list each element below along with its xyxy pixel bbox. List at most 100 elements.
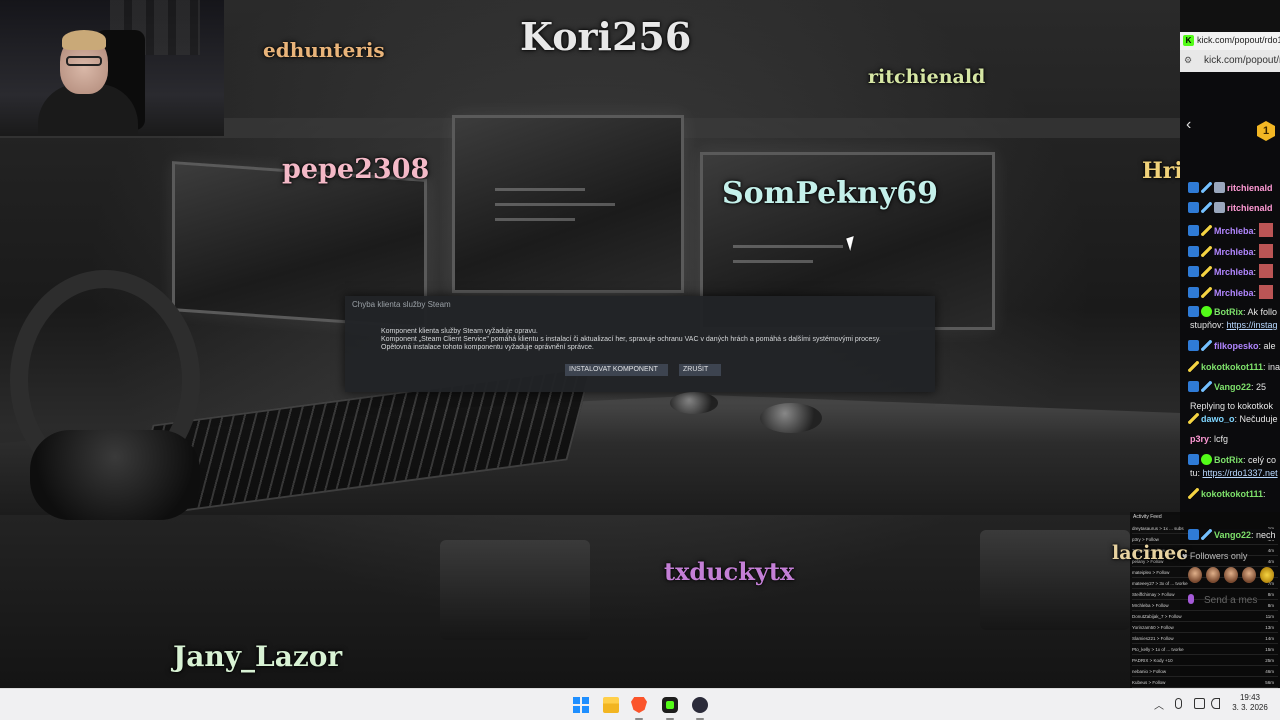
chat-username[interactable]: dawo_o xyxy=(1201,414,1235,424)
chat-message-continued: stupňov: https://instag xyxy=(1190,320,1278,330)
follower-name: SomPekny69 xyxy=(722,176,939,211)
activity-time: 13m xyxy=(1265,625,1274,630)
activity-time: 46m xyxy=(1265,669,1274,674)
chat-username[interactable]: ritchienald xyxy=(1227,183,1273,193)
activity-text: Yorinzam50 > Follow xyxy=(1132,625,1174,630)
emote-icon[interactable] xyxy=(1206,567,1220,583)
chat-message: dawo_o: Nečuduje xyxy=(1188,413,1278,424)
chat-username[interactable]: Mrchleba xyxy=(1214,288,1254,298)
sword-badge-icon xyxy=(1201,266,1212,277)
display-tray-icon[interactable] xyxy=(1194,698,1205,709)
chat-username[interactable]: kokotkokot111 xyxy=(1201,489,1263,499)
dialog-line-3: Opětovná instalace tohoto komponentu vyž… xyxy=(381,344,594,351)
chat-text: stupňov: xyxy=(1190,320,1227,330)
slash-badge-icon xyxy=(1201,381,1212,392)
chat-text: : xyxy=(1253,267,1257,277)
chat-url-bar[interactable]: ⚙ kick.com/popout/r xyxy=(1180,50,1280,72)
clock-date: 3. 3. 2026 xyxy=(1232,703,1268,712)
windows-taskbar xyxy=(0,688,1280,720)
webcam-overlay xyxy=(0,0,224,136)
windows-start-icon[interactable] xyxy=(573,697,589,713)
wallpaper-mouse-2 xyxy=(670,392,718,414)
follower-name: Kori256 xyxy=(520,14,692,59)
reply-indicator: Replying to kokotkok xyxy=(1190,401,1274,411)
back-arrow-icon[interactable]: ‹ xyxy=(1186,116,1191,134)
chat-message: Mrchleba: xyxy=(1188,285,1273,299)
wallpaper-monitor-center xyxy=(452,115,684,293)
emote-icon[interactable] xyxy=(1242,567,1256,583)
chat-message-continued: tu: https://rdo1337.net xyxy=(1190,468,1278,478)
gift-badge-icon xyxy=(1214,182,1225,193)
emote-icon[interactable] xyxy=(1188,567,1202,583)
chat-username[interactable]: Mrchleba xyxy=(1214,267,1254,277)
wallpaper-chair-right xyxy=(980,530,1130,630)
emote-icon[interactable] xyxy=(1224,567,1238,583)
clock-time: 19:43 xyxy=(1239,693,1261,702)
chat-username[interactable]: Vango22 xyxy=(1214,530,1251,540)
file-explorer-icon[interactable] xyxy=(603,697,619,713)
chat-window-titlebar[interactable]: K kick.com/popout/rdo13 xyxy=(1180,32,1280,50)
dialog-title: Chyba klienta služby Steam xyxy=(352,300,451,309)
chat-text: : 25 xyxy=(1251,382,1267,392)
chat-text: : Nečuduje xyxy=(1234,414,1278,424)
kick-app-icon[interactable] xyxy=(662,697,678,713)
slash-badge-icon xyxy=(1201,529,1212,540)
cancel-button[interactable]: ZRUŠIT xyxy=(679,364,721,376)
follower-name: ritchienald xyxy=(868,66,986,88)
brave-browser-icon[interactable] xyxy=(631,697,647,713)
chat-message: BotRix: Ak follo xyxy=(1188,306,1277,317)
chat-link[interactable]: https://rdo1337.net xyxy=(1203,468,1278,478)
chat-username[interactable]: Vango22 xyxy=(1214,382,1251,392)
activity-text: nebanio > Follow xyxy=(1132,669,1167,674)
chat-username[interactable]: Mrchleba xyxy=(1214,226,1254,236)
chat-username[interactable]: kokotkokot111 xyxy=(1201,362,1263,372)
followers-only-label: Followers only xyxy=(1189,551,1248,561)
chat-username[interactable]: ritchienald xyxy=(1227,203,1273,213)
activity-time: 14m xyxy=(1265,636,1274,641)
steam-error-dialog: Chyba klienta služby Steam Komponent kli… xyxy=(345,296,935,392)
microphone-icon[interactable] xyxy=(1188,594,1194,604)
chat-text: : xyxy=(1253,288,1257,298)
chat-link[interactable]: https://instag xyxy=(1227,320,1278,330)
dialog-line-1: Komponent klienta služby Steam vyžaduje … xyxy=(381,328,538,335)
system-clock[interactable]: 19:43 3. 3. 2026 xyxy=(1228,693,1272,713)
chat-message: Mrchleba: xyxy=(1188,223,1273,237)
activity-row: Kubeus > Follow 56m xyxy=(1132,678,1278,688)
moderator-badge-icon xyxy=(1188,225,1199,236)
chat-text: : celý co xyxy=(1243,455,1277,465)
chat-text: : ale xyxy=(1258,341,1276,351)
site-settings-icon[interactable]: ⚙ xyxy=(1184,55,1192,66)
obs-studio-icon[interactable] xyxy=(692,697,708,713)
activity-text: DonutZabijak_7 > Follow xyxy=(1132,614,1182,619)
moderator-badge-icon xyxy=(1188,529,1199,540)
activity-text: dreytasaurus > 1x ... subs xyxy=(1132,526,1184,531)
activity-time: 15m xyxy=(1265,647,1274,652)
wallpaper-mouse xyxy=(760,403,822,433)
chat-username[interactable]: Mrchleba xyxy=(1214,247,1254,257)
follower-name: Hri xyxy=(1142,158,1183,184)
dialog-body: Komponent klienta služby Steam vyžaduje … xyxy=(381,328,881,352)
activity-text: mateeey27 > 3x of ... tvorke xyxy=(1132,581,1188,586)
activity-row: Slamies221 > Follow 14m xyxy=(1132,634,1278,644)
moderator-badge-icon xyxy=(1188,202,1199,213)
chat-username[interactable]: p3ry xyxy=(1190,434,1209,444)
follower-name: txduckytx xyxy=(664,557,795,586)
chat-message: Mrchleba: xyxy=(1188,264,1273,278)
install-component-button[interactable]: INSTALOVAT KOMPONENT xyxy=(565,364,668,376)
dialog-line-2: Komponent „Steam Client Service" pomáhá … xyxy=(381,336,881,343)
emote-icon[interactable] xyxy=(1260,567,1274,583)
chat-input[interactable]: Send a mes xyxy=(1188,594,1280,612)
chat-username[interactable]: BotRix xyxy=(1214,455,1243,465)
chat-text: : nech xyxy=(1251,530,1276,540)
microphone-tray-icon[interactable] xyxy=(1175,698,1182,709)
verified-badge-icon xyxy=(1201,306,1212,317)
webcam-person-hair xyxy=(62,30,106,50)
chat-message: Mrchleba: xyxy=(1188,244,1273,258)
tray-overflow-chevron-icon[interactable]: ︿ xyxy=(1154,697,1164,712)
emote-icon xyxy=(1258,244,1273,258)
chat-text: : lcfg xyxy=(1209,434,1229,444)
chat-username[interactable]: BotRix xyxy=(1214,307,1243,317)
volume-icon[interactable] xyxy=(1211,698,1220,709)
chat-username[interactable]: filkopesko xyxy=(1214,341,1259,351)
chat-message: BotRix: celý co xyxy=(1188,454,1276,465)
